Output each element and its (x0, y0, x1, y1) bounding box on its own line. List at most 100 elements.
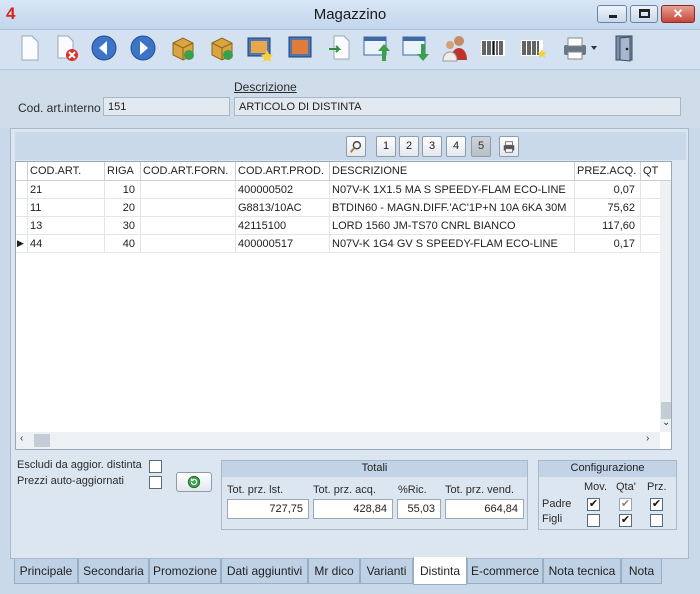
forward-arrow-icon[interactable] (128, 33, 158, 65)
refresh-button[interactable] (176, 472, 212, 492)
components-grid: COD.ART. RIGA COD.ART.FORN. COD.ART.PROD… (15, 161, 672, 450)
column-header[interactable]: DESCRIZIONE (330, 162, 575, 181)
tot-prz-vend-value: 664,84 (445, 499, 524, 519)
escludi-checkbox[interactable] (149, 460, 162, 473)
minimize-button[interactable] (597, 5, 627, 23)
cod-prod-cell: 400000502 (236, 181, 330, 199)
window-title: Magazzino (313, 6, 387, 23)
description-field[interactable]: ARTICOLO DI DISTINTA (234, 97, 681, 116)
page-button-3[interactable]: 3 (422, 136, 442, 157)
tab-principale[interactable]: Principale (14, 559, 78, 584)
horizontal-scroll-thumb[interactable] (34, 434, 50, 447)
search-button[interactable] (346, 136, 366, 157)
riga-cell: 20 (105, 199, 141, 217)
picture-star-icon[interactable] (245, 33, 275, 65)
tab-promozione[interactable]: Promozione (149, 559, 221, 584)
maximize-icon (639, 9, 650, 18)
description-label: Descrizione (234, 80, 297, 94)
qta-label: Qta' (616, 481, 636, 493)
search-icon (349, 141, 362, 153)
tab-secondaria[interactable]: Secondaria (78, 559, 149, 584)
column-header[interactable]: COD.ART.FORN. (141, 162, 236, 181)
tab-dati-aggiuntivi[interactable]: Dati aggiuntivi (221, 559, 308, 584)
column-header[interactable]: RIGA (105, 162, 141, 181)
figli-qta-checkbox[interactable]: ✔ (619, 514, 632, 527)
horizontal-scrollbar[interactable]: ‹ › (16, 432, 660, 449)
scroll-down-icon[interactable]: ⌄ (662, 417, 670, 428)
delete-document-icon[interactable] (52, 33, 82, 65)
row-indicator (16, 199, 28, 217)
tab-e-commerce[interactable]: E-commerce (467, 559, 543, 584)
picture-icon[interactable] (285, 33, 315, 65)
barcode-icon[interactable] (478, 33, 508, 65)
padre-qta-checkbox[interactable]: ✔ (619, 498, 632, 511)
configuration-title: Configurazione (539, 461, 676, 477)
users-icon[interactable] (440, 33, 470, 65)
tab-varianti[interactable]: Varianti (360, 559, 413, 584)
exit-door-icon[interactable] (610, 33, 640, 65)
prz-label: Prz. (647, 481, 667, 493)
row-indicator: ▶ (16, 235, 28, 253)
padre-mov-checkbox[interactable]: ✔ (587, 498, 600, 511)
column-header[interactable]: QT (641, 162, 660, 181)
page-button-5[interactable]: 5 (471, 136, 491, 157)
tab-mr-dico[interactable]: Mr dico (308, 559, 360, 584)
table-row[interactable]: 21 10 400000502 N07V-K 1X1.5 MA S SPEEDY… (16, 181, 671, 199)
new-document-icon[interactable] (14, 33, 44, 65)
grid-toolbar: 1 2 3 4 5 (15, 132, 686, 160)
tab-nota[interactable]: Nota (621, 559, 662, 584)
tab-distinta[interactable]: Distinta (413, 557, 467, 585)
figli-mov-checkbox[interactable] (587, 514, 600, 527)
row-indicator (16, 181, 28, 199)
prezzi-checkbox[interactable] (149, 476, 162, 489)
column-header[interactable]: PREZ.ACQ. (575, 162, 641, 181)
page-button-2[interactable]: 2 (399, 136, 419, 157)
window-download-icon[interactable] (401, 33, 431, 65)
column-header[interactable]: COD.ART. (28, 162, 105, 181)
column-header[interactable]: COD.ART.PROD. (236, 162, 330, 181)
code-field[interactable]: 151 (103, 97, 230, 116)
description-cell: LORD 1560 JM-TS70 CNRL BIANCO (330, 217, 575, 235)
tab-nota-tecnica[interactable]: Nota tecnica (543, 559, 621, 584)
description-cell: N07V-K 1X1.5 MA S SPEEDY-FLAM ECO-LINE (330, 181, 575, 199)
barcode-star-icon[interactable] (518, 33, 548, 65)
document-import-icon[interactable] (325, 33, 355, 65)
tot-prz-lst-label: Tot. prz. lst. (227, 484, 284, 496)
back-arrow-icon[interactable] (89, 33, 119, 65)
mov-label: Mov. (584, 481, 608, 493)
description-cell: BTDIN60 - MAGN.DIFF.'AC'1P+N 10A 6KA 30M (330, 199, 575, 217)
print-button[interactable] (499, 136, 519, 157)
refresh-icon (187, 475, 201, 489)
close-button[interactable]: ✕ (661, 5, 695, 23)
prezzi-label: Prezzi auto-aggiornati (17, 475, 125, 487)
vertical-scrollbar[interactable]: ⌄ (660, 181, 671, 432)
figli-prz-checkbox[interactable] (650, 514, 663, 527)
tot-prz-acq-label: Tot. prz. acq. (313, 484, 376, 496)
description-cell: N07V-K 1G4 GV S SPEEDY-FLAM ECO-LINE (330, 235, 575, 253)
totals-title: Totali (222, 461, 527, 477)
page-button-1[interactable]: 1 (376, 136, 396, 157)
cod-art-cell: 13 (28, 217, 105, 235)
box-refresh-icon[interactable] (207, 33, 237, 65)
printer-icon[interactable] (561, 33, 599, 65)
prez-acq-cell: 0,17 (575, 235, 641, 253)
riga-cell: 40 (105, 235, 141, 253)
padre-prz-checkbox[interactable]: ✔ (650, 498, 663, 511)
table-row[interactable]: 13 30 42115100 LORD 1560 JM-TS70 CNRL BI… (16, 217, 671, 235)
maximize-button[interactable] (630, 5, 658, 23)
ric-label: %Ric. (398, 484, 427, 496)
padre-label: Padre (542, 498, 572, 510)
scroll-right-icon[interactable]: › (646, 433, 649, 444)
box-add-icon[interactable] (168, 33, 198, 65)
riga-cell: 30 (105, 217, 141, 235)
scroll-left-icon[interactable]: ‹ (20, 433, 23, 444)
row-indicator (16, 217, 28, 235)
configuration-box: Configurazione Mov. Qta' Prz. Padre ✔ ✔ … (538, 460, 677, 530)
window-upload-icon[interactable] (362, 33, 392, 65)
table-row[interactable]: 11 20 G8813/10AC BTDIN60 - MAGN.DIFF.'AC… (16, 199, 671, 217)
page-button-4[interactable]: 4 (446, 136, 466, 157)
minimize-icon (609, 15, 617, 18)
table-row[interactable]: ▶ 44 40 400000517 N07V-K 1G4 GV S SPEEDY… (16, 235, 671, 253)
title-bar: 4 Magazzino ✕ (0, 0, 700, 30)
cod-forn-cell (141, 235, 236, 253)
